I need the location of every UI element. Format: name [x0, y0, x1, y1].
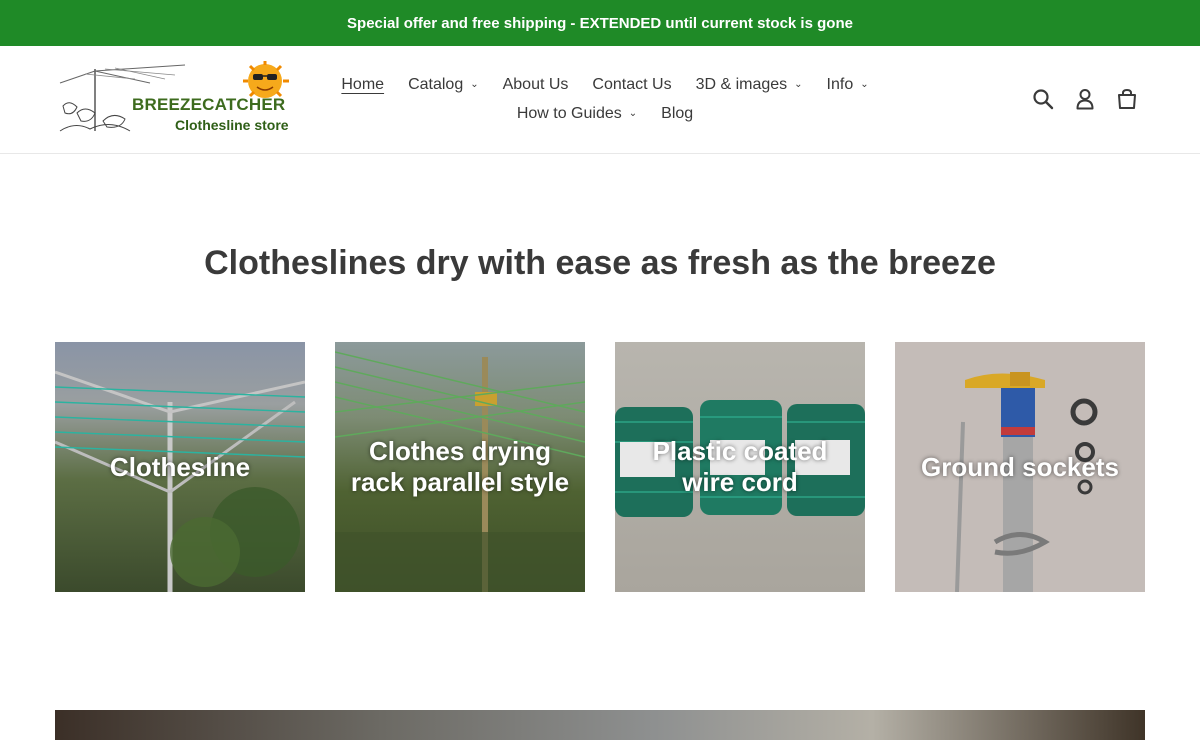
store-logo[interactable]: BREEZECATCHER Clothesline store: [55, 61, 305, 139]
collection-tile-wire-cord[interactable]: Plastic coated wire cord: [615, 342, 865, 592]
nav-about-us[interactable]: About Us: [503, 76, 569, 94]
collection-label: Ground sockets: [921, 451, 1119, 482]
nav-3d-label: 3D & images: [695, 75, 788, 93]
collection-grid: Clothesline Clothes drying rack parallel…: [55, 342, 1145, 592]
chevron-down-icon: ⌄: [860, 79, 869, 90]
logo-subtitle: Clothesline store: [175, 117, 289, 133]
nav-catalog-label: Catalog: [408, 75, 464, 93]
chevron-down-icon: ⌄: [628, 108, 638, 119]
nav-home[interactable]: Home: [341, 76, 384, 94]
hero-image: [55, 710, 1145, 740]
cart-icon[interactable]: [1114, 86, 1140, 112]
nav-home-label: Home: [341, 75, 385, 93]
collection-label: Clothesline: [109, 451, 251, 482]
collection-tile-drying-rack[interactable]: Clothes drying rack parallel style: [335, 342, 585, 592]
chevron-down-icon: ⌄: [470, 79, 479, 90]
nav-contact-label: Contact Us: [592, 75, 672, 93]
site-header: BREEZECATCHER Clothesline store Home Cat…: [0, 46, 1200, 154]
collection-label: Clothes drying rack parallel style: [350, 436, 570, 497]
nav-info[interactable]: Info ⌄: [827, 76, 869, 94]
nav-catalog[interactable]: Catalog ⌄: [408, 76, 479, 94]
nav-row-2: How to Guides ⌄ Blog: [335, 99, 875, 128]
nav-3d-images[interactable]: 3D & images ⌄: [696, 76, 803, 94]
collection-tile-ground-sockets[interactable]: Ground sockets: [895, 342, 1145, 592]
nav-guides-label: How to Guides: [516, 104, 622, 122]
announcement-bar: Special offer and free shipping - EXTEND…: [0, 0, 1200, 46]
nav-blog-label: Blog: [661, 104, 694, 122]
logo-title: BREEZECATCHER: [132, 95, 286, 114]
header-actions: [1014, 86, 1140, 112]
nav-about-label: About Us: [502, 75, 569, 93]
collection-label: Plastic coated wire cord: [652, 436, 828, 497]
page-heading: Clotheslines dry with ease as fresh as t…: [204, 244, 996, 282]
chevron-down-icon: ⌄: [794, 79, 803, 90]
nav-blog[interactable]: Blog: [661, 105, 693, 123]
collection-tile-clothesline[interactable]: Clothesline: [55, 342, 305, 592]
nav-row-1: Home Catalog ⌄ About Us Contact Us 3D & i…: [335, 70, 875, 99]
search-icon[interactable]: [1030, 86, 1056, 112]
nav-how-to-guides[interactable]: How to Guides ⌄: [517, 105, 637, 123]
main-navigation: Home Catalog ⌄ About Us Contact Us 3D & i…: [335, 70, 875, 128]
nav-info-label: Info: [826, 75, 854, 93]
announcement-text: Special offer and free shipping - EXTEND…: [347, 14, 853, 32]
account-icon[interactable]: [1072, 86, 1098, 112]
nav-contact-us[interactable]: Contact Us: [592, 76, 671, 94]
